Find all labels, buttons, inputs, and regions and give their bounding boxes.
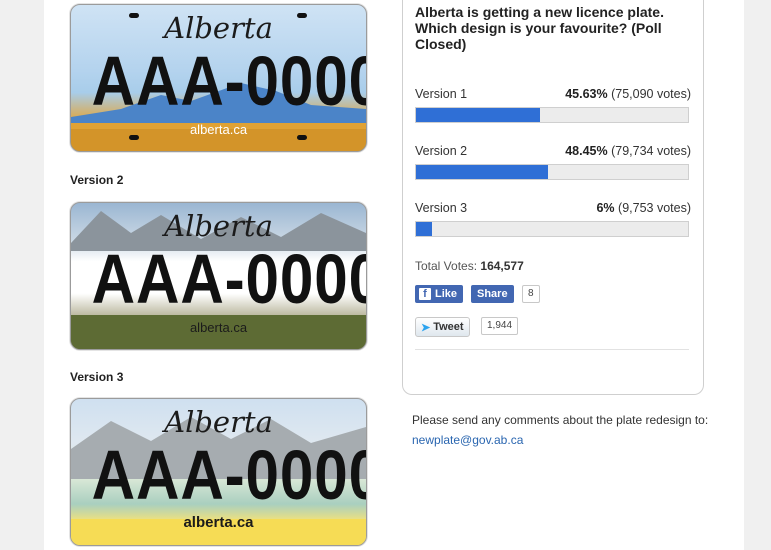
poll-result-bar	[415, 164, 689, 180]
poll-option-result: 6% (9,753 votes)	[596, 201, 691, 215]
poll-option-percent: 6%	[596, 201, 615, 215]
poll-option-votes: (79,734 votes)	[611, 144, 691, 158]
tweet-count: 1,944	[481, 317, 519, 335]
plate-bolt-hole	[297, 135, 307, 140]
plate-caption-version-3: Version 3	[70, 370, 124, 384]
plate-bolt-hole	[129, 135, 139, 140]
feedback-email-link[interactable]: newplate@gov.ab.ca	[412, 430, 732, 450]
plate-website-text: alberta.ca	[183, 514, 254, 531]
page-canvas: Alberta AAA-0000 alberta.ca Version 2 Al…	[44, 0, 744, 550]
poll-total-votes: Total Votes: 164,577	[415, 259, 524, 273]
poll-option-percent: 48.45%	[565, 144, 608, 158]
poll-result-bar	[415, 221, 689, 237]
poll-result-bar-fill	[416, 222, 433, 236]
tweet-button[interactable]: ➤ Tweet	[415, 317, 470, 337]
tweet-label: Tweet	[433, 321, 464, 333]
plate-version-3-image[interactable]: Alberta AAA-0000 alberta.ca	[70, 398, 367, 546]
plate-caption-version-2: Version 2	[70, 173, 124, 187]
poll-option-label: Version 2	[415, 144, 468, 158]
poll-result-bar	[415, 107, 689, 123]
like-label: Like	[435, 288, 458, 300]
plate-version-2-image[interactable]: Alberta AAA-0000 alberta.ca	[70, 202, 367, 350]
plate-bolt-hole	[297, 13, 307, 18]
poll-option-result: 45.63% (75,090 votes)	[565, 87, 691, 101]
facebook-like-button[interactable]: f Like	[415, 285, 464, 303]
poll-option-label: Version 3	[415, 201, 468, 215]
comment-note: Please send any comments about the plate…	[412, 410, 732, 450]
poll-option-votes: (9,753 votes)	[618, 201, 691, 215]
plate-number-text: AAA-0000	[91, 436, 367, 514]
plate-website-text: alberta.ca	[189, 320, 248, 335]
poll-question: Alberta is getting a new licence plate. …	[415, 4, 664, 52]
poll-result-bar-fill	[416, 165, 548, 179]
plate-number-text: AAA-0000	[91, 42, 367, 120]
poll-option-label: Version 1	[415, 87, 468, 101]
facebook-share-button[interactable]: Share	[471, 285, 514, 303]
poll-option-percent: 45.63%	[565, 87, 608, 101]
plate-version-1-image[interactable]: Alberta AAA-0000 alberta.ca	[70, 4, 367, 152]
divider	[415, 349, 689, 350]
plate-brand-text: Alberta	[164, 209, 273, 243]
poll-panel: Alberta is getting a new licence plate. …	[402, 0, 704, 395]
plate-website-text: alberta.ca	[189, 122, 248, 137]
plate-bolt-hole	[129, 13, 139, 18]
poll-result-bar-fill	[416, 108, 541, 122]
facebook-icon: f	[419, 288, 431, 300]
twitter-bird-icon: ➤	[421, 321, 431, 334]
plate-number-text: AAA-0000	[91, 240, 367, 318]
poll-total-label: Total Votes:	[415, 259, 478, 273]
poll-option-result: 48.45% (79,734 votes)	[565, 144, 691, 158]
share-count: 8	[522, 285, 540, 303]
plate-brand-text: Alberta	[164, 405, 273, 439]
poll-total-value: 164,577	[480, 259, 524, 273]
comment-text: Please send any comments about the plate…	[412, 413, 709, 427]
plate-brand-text: Alberta	[164, 11, 273, 45]
poll-option-votes: (75,090 votes)	[611, 87, 691, 101]
